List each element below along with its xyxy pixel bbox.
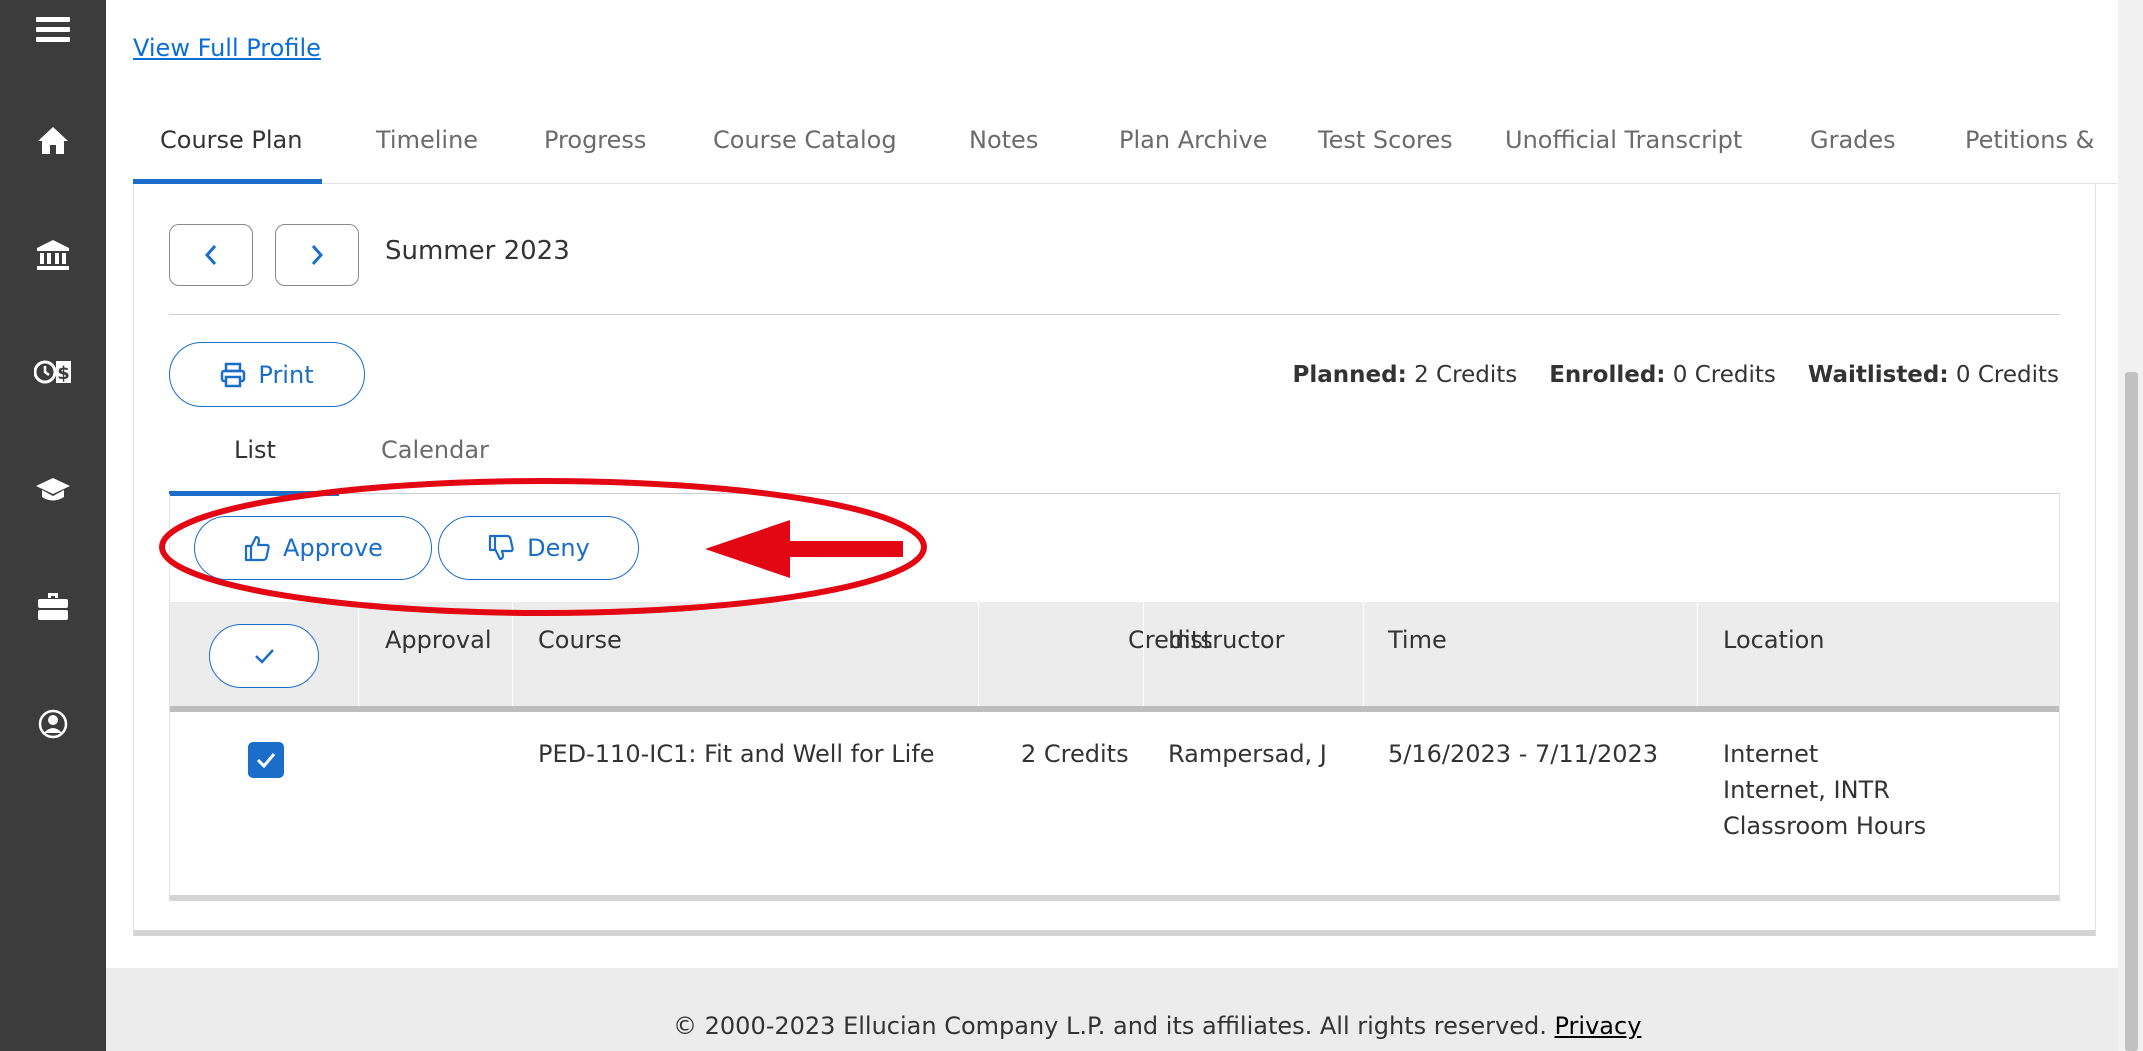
header-location: Location <box>1723 626 1825 654</box>
scrollbar-thumb[interactable] <box>2125 372 2138 1051</box>
print-button[interactable]: Print <box>169 342 365 407</box>
briefcase-icon[interactable] <box>0 576 106 636</box>
deny-button[interactable]: Deny <box>438 516 639 580</box>
deny-label: Deny <box>527 534 590 562</box>
checkmark-icon <box>255 649 274 664</box>
course-list: Approve Deny Approval Course Credits Ins… <box>169 494 2060 901</box>
tab-test-scores[interactable]: Test Scores <box>1318 126 1453 154</box>
select-all-button[interactable] <box>209 624 319 688</box>
page: $ View Full Profile Course Plan Timeline… <box>0 0 2143 1051</box>
sidebar: $ <box>0 0 106 1051</box>
course-location-3: Classroom Hours <box>1723 812 1927 840</box>
tab-calendar[interactable]: Calendar <box>381 436 489 464</box>
enrolled-credits: Enrolled: 0 Credits <box>1549 362 1776 388</box>
thumbs-down-icon <box>489 534 514 561</box>
checkmark-icon <box>256 753 276 769</box>
header-time: Time <box>1388 626 1447 654</box>
course-title: PED-110-IC1: Fit and Well for Life <box>538 740 935 768</box>
credit-summary: Planned: 2 Credits Enrolled: 0 Credits W… <box>1293 362 2059 388</box>
course-location-2: Internet, INTR <box>1723 776 1890 804</box>
chevron-left-icon <box>204 245 217 265</box>
printer-icon <box>221 362 246 387</box>
header-course: Course <box>538 626 622 654</box>
menu-icon[interactable] <box>0 0 106 60</box>
tab-progress[interactable]: Progress <box>544 126 646 154</box>
main-content: View Full Profile Course Plan Timeline P… <box>106 0 2118 1051</box>
waitlisted-credits: Waitlisted: 0 Credits <box>1807 362 2059 388</box>
privacy-link[interactable]: Privacy <box>1555 1012 1642 1040</box>
approve-button[interactable]: Approve <box>194 516 432 580</box>
home-icon[interactable] <box>0 110 106 170</box>
svg-text:$: $ <box>57 363 70 384</box>
bank-icon[interactable] <box>0 225 106 285</box>
user-circle-icon[interactable] <box>0 694 106 754</box>
print-label: Print <box>258 360 314 389</box>
planned-credits: Planned: 2 Credits <box>1292 362 1518 388</box>
tab-grades[interactable]: Grades <box>1810 126 1896 154</box>
table-header: Approval Course Credits Instructor Time … <box>170 602 2059 712</box>
header-approval: Approval <box>385 626 492 654</box>
next-term-button[interactable] <box>275 224 359 286</box>
divider <box>169 314 2060 315</box>
approve-label: Approve <box>283 534 383 562</box>
previous-term-button[interactable] <box>169 224 253 286</box>
course-plan-panel: Summer 2023 Print Planned: 2 Credits Enr… <box>133 184 2096 936</box>
tab-petitions[interactable]: Petitions & <box>1965 126 2094 154</box>
tab-course-catalog[interactable]: Course Catalog <box>713 126 897 154</box>
tab-notes[interactable]: Notes <box>969 126 1038 154</box>
course-location-1: Internet <box>1723 740 1819 768</box>
thumbs-up-icon <box>244 535 270 562</box>
chevron-right-icon <box>311 245 324 265</box>
scrollbar[interactable] <box>2118 0 2143 1051</box>
footer: © 2000-2023 Ellucian Company L.P. and it… <box>106 968 2118 1051</box>
tab-course-plan[interactable]: Course Plan <box>160 126 302 154</box>
course-instructor: Rampersad, J <box>1168 740 1327 768</box>
row-checkbox[interactable] <box>248 742 284 778</box>
finance-icon[interactable]: $ <box>0 342 106 402</box>
tab-unofficial-transcript[interactable]: Unofficial Transcript <box>1505 126 1742 154</box>
tab-timeline[interactable]: Timeline <box>376 126 478 154</box>
tab-list[interactable]: List <box>234 436 276 464</box>
term-title: Summer 2023 <box>385 236 570 266</box>
course-dates: 5/16/2023 - 7/11/2023 <box>1388 740 1659 768</box>
copyright-text: © 2000-2023 Ellucian Company L.P. and it… <box>673 1012 1642 1040</box>
graduation-cap-icon[interactable] <box>0 460 106 520</box>
header-instructor: Instructor <box>1168 626 1285 654</box>
view-full-profile-link[interactable]: View Full Profile <box>133 34 321 62</box>
profile-tabs: Course Plan Timeline Progress Course Cat… <box>133 116 2118 184</box>
course-credits: 2 Credits <box>1021 740 1129 768</box>
tab-plan-archive[interactable]: Plan Archive <box>1119 126 1268 154</box>
